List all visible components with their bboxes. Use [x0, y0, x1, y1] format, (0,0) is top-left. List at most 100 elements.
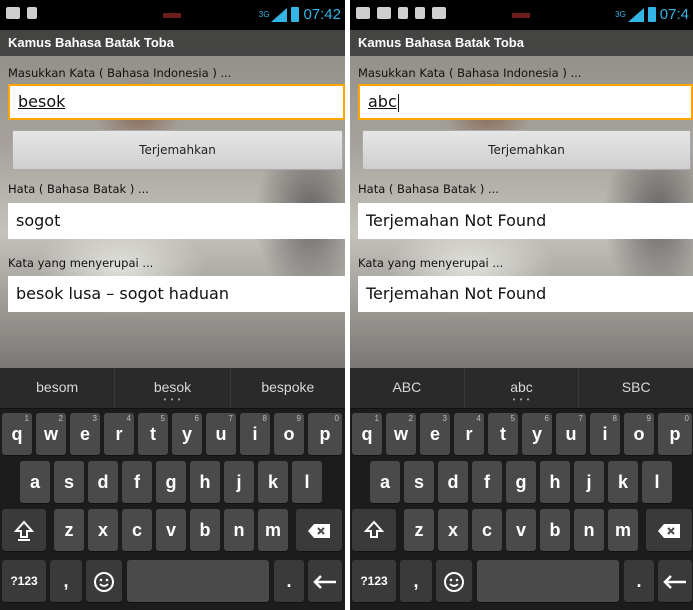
emoji-key[interactable] — [86, 560, 122, 602]
result-field[interactable]: Terjemahan Not Found — [358, 203, 693, 239]
key-row-4: ?123 , . — [0, 560, 345, 604]
key-g[interactable]: g — [156, 461, 186, 503]
key-b[interactable]: b — [190, 509, 220, 551]
key-i[interactable]: i8 — [590, 413, 620, 455]
enter-key[interactable] — [658, 560, 692, 602]
key-c[interactable]: c — [472, 509, 502, 551]
key-n[interactable]: n — [574, 509, 604, 551]
key-i[interactable]: i8 — [240, 413, 270, 455]
result-field[interactable]: sogot — [8, 203, 345, 239]
key-j[interactable]: j — [224, 461, 254, 503]
key-row-4: ?123 , . — [350, 560, 693, 604]
key-o[interactable]: o9 — [624, 413, 654, 455]
key-z[interactable]: z — [54, 509, 84, 551]
symbols-key[interactable]: ?123 — [352, 560, 396, 602]
key-j[interactable]: j — [574, 461, 604, 503]
key-q[interactable]: q1 — [2, 413, 32, 455]
input-label: Masukkan Kata ( Bahasa Indonesia ) ... — [358, 66, 582, 80]
key-z[interactable]: z — [404, 509, 434, 551]
key-t[interactable]: t5 — [138, 413, 168, 455]
background-photo — [0, 30, 345, 368]
key-d[interactable]: d — [438, 461, 468, 503]
key-k[interactable]: k — [258, 461, 288, 503]
key-f[interactable]: f — [122, 461, 152, 503]
key-h[interactable]: h — [190, 461, 220, 503]
period-key[interactable]: . — [624, 560, 654, 602]
suggestion-3[interactable]: SBC — [579, 368, 693, 408]
translate-button[interactable]: Terjemahkan — [12, 130, 343, 170]
phone-screen-left: 3G 07:42 Kamus Bahasa Batak Toba Masukka… — [0, 0, 345, 610]
key-c[interactable]: c — [122, 509, 152, 551]
word-input[interactable]: abc — [358, 84, 693, 120]
key-x[interactable]: x — [88, 509, 118, 551]
suggestion-1[interactable]: ABC — [350, 368, 464, 408]
emoji-key[interactable] — [436, 560, 472, 602]
key-r[interactable]: r4 — [454, 413, 484, 455]
key-e[interactable]: e3 — [420, 413, 450, 455]
key-a[interactable]: a — [20, 461, 50, 503]
key-p[interactable]: p0 — [658, 413, 692, 455]
emoji-icon — [444, 572, 464, 593]
key-u[interactable]: u7 — [206, 413, 236, 455]
suggestion-2-label: besok — [153, 379, 192, 395]
suggestion-1[interactable]: besom — [0, 368, 114, 408]
backspace-key[interactable] — [296, 509, 342, 551]
period-key[interactable]: . — [274, 560, 304, 602]
key-m[interactable]: m — [258, 509, 288, 551]
enter-icon — [663, 575, 686, 590]
key-y[interactable]: y6 — [522, 413, 552, 455]
key-t[interactable]: t5 — [488, 413, 518, 455]
key-s[interactable]: s — [404, 461, 434, 503]
key-h[interactable]: h — [540, 461, 570, 503]
similar-field[interactable]: besok lusa – sogot haduan — [8, 276, 345, 312]
enter-key[interactable] — [308, 560, 342, 602]
key-o[interactable]: o9 — [274, 413, 304, 455]
key-d[interactable]: d — [88, 461, 118, 503]
key-x[interactable]: x — [438, 509, 468, 551]
key-a[interactable]: a — [370, 461, 400, 503]
suggestion-2[interactable]: abc • • • — [463, 368, 580, 408]
symbols-key[interactable]: ?123 — [2, 560, 46, 602]
similar-field[interactable]: Terjemahan Not Found — [358, 276, 693, 312]
comma-key[interactable]: , — [400, 560, 432, 602]
key-v[interactable]: v — [156, 509, 186, 551]
key-m[interactable]: m — [608, 509, 638, 551]
shift-icon — [13, 520, 35, 542]
input-text: abc — [368, 92, 397, 111]
shift-key[interactable] — [2, 509, 46, 551]
suggestion-2[interactable]: besok • • • — [114, 368, 231, 408]
network-type: 3G — [258, 10, 270, 19]
suggestion-2-label: abc — [510, 379, 533, 395]
clock: 07:4 — [659, 6, 689, 23]
key-f[interactable]: f — [472, 461, 502, 503]
shift-key[interactable] — [352, 509, 396, 551]
more-suggestions-icon: • • • — [512, 395, 531, 404]
key-w[interactable]: w2 — [386, 413, 416, 455]
key-q[interactable]: q1 — [352, 413, 382, 455]
input-label: Masukkan Kata ( Bahasa Indonesia ) ... — [8, 66, 232, 80]
key-p[interactable]: p0 — [308, 413, 342, 455]
key-v[interactable]: v — [506, 509, 536, 551]
space-key[interactable] — [477, 560, 619, 602]
space-key[interactable] — [127, 560, 269, 602]
key-e[interactable]: e3 — [70, 413, 100, 455]
battery-icon — [291, 7, 300, 22]
key-w[interactable]: w2 — [36, 413, 66, 455]
suggestion-3[interactable]: bespoke — [231, 368, 345, 408]
key-r[interactable]: r4 — [104, 413, 134, 455]
comma-key[interactable]: , — [50, 560, 82, 602]
backspace-key[interactable] — [646, 509, 692, 551]
key-g[interactable]: g — [506, 461, 536, 503]
key-s[interactable]: s — [54, 461, 84, 503]
key-k[interactable]: k — [608, 461, 638, 503]
network-type: 3G — [615, 10, 626, 19]
word-input[interactable]: besok — [8, 84, 345, 120]
key-y[interactable]: y6 — [172, 413, 202, 455]
key-n[interactable]: n — [224, 509, 254, 551]
clock: 07:42 — [303, 6, 341, 23]
key-l[interactable]: l — [292, 461, 322, 503]
key-b[interactable]: b — [540, 509, 570, 551]
key-u[interactable]: u7 — [556, 413, 586, 455]
key-l[interactable]: l — [642, 461, 672, 503]
translate-button[interactable]: Terjemahkan — [362, 130, 691, 170]
